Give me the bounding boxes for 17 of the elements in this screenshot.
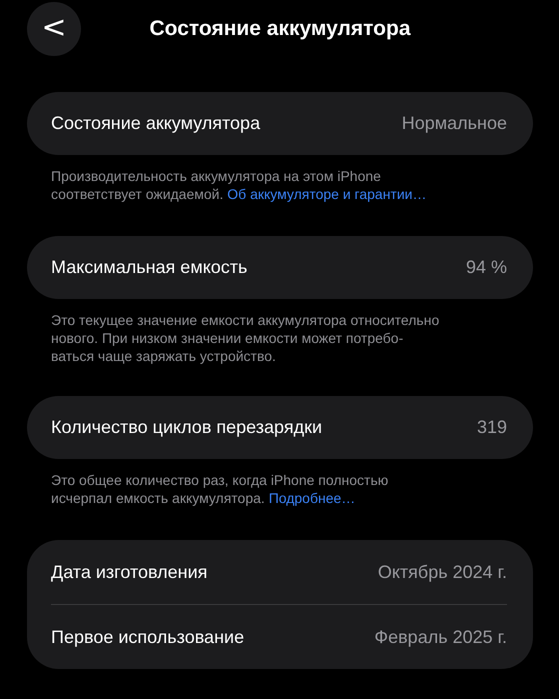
footnote-text: Это общее количество раз, когда iPhone полностью исчерпал емкость аккумулятора. Подробнее… — [51, 471, 390, 507]
row-value: Нормальное — [402, 113, 507, 134]
row-value: 319 — [476, 417, 507, 438]
footnote-text: Производительность аккумулятора на этом iPhone соответствует ожидаемой. Об аккумуляторе и гарантии… — [51, 167, 428, 203]
row-label: Дата изготовления — [51, 562, 208, 582]
row-value: Октябрь 2024 г. — [378, 562, 507, 582]
footnote-link[interactable]: Подробнее… — [268, 490, 356, 506]
row-label: Количество циклов перезарядки — [51, 417, 322, 438]
back-button[interactable]: < — [27, 2, 81, 56]
footnote-text: Это текущее значение емкости аккумулятора относительно нового. При низком значении емкости может потребо- ваться чаще заряжать устройство. — [51, 311, 440, 365]
row-label: Первое использование — [51, 626, 244, 648]
page-title: Состояние аккумулятора — [148, 17, 412, 41]
row-label: Максимальная емкость — [51, 257, 248, 278]
row-label: Состояние аккумулятора — [51, 113, 260, 134]
row-value: Февраль 2025 г. — [374, 626, 507, 648]
footnote-link[interactable]: Об аккумуляторе и гарантии… — [227, 186, 426, 202]
row-value: 94 % — [466, 257, 507, 278]
